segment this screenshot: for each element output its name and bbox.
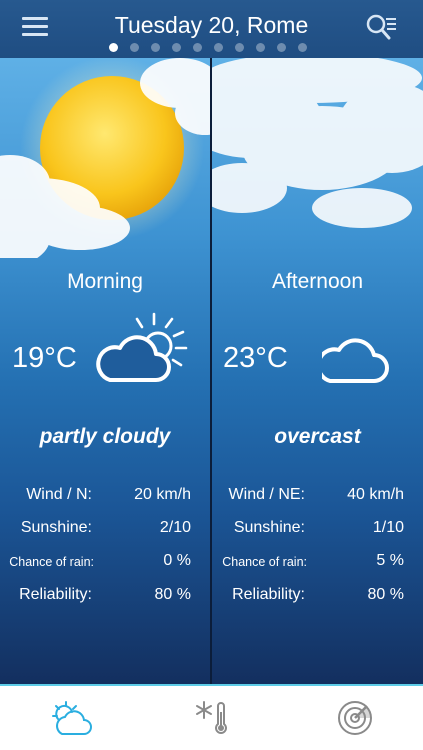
clouds-illustration — [212, 58, 423, 228]
page-dot[interactable] — [193, 43, 202, 52]
stat-label: Chance of rain: — [222, 555, 307, 569]
page-dot[interactable] — [277, 43, 286, 52]
stat-label: Wind / N: — [26, 486, 92, 503]
stat-value: 20 km/h — [134, 486, 191, 503]
morning-panel: Morning 19°C partly cloudy Wind / N: 20 … — [0, 58, 210, 684]
period-title: Morning — [67, 270, 143, 293]
sun-clouds-illustration — [0, 58, 210, 258]
page-dot[interactable] — [298, 43, 307, 52]
page-dot[interactable] — [256, 43, 265, 52]
stat-row-rain: Chance of rain: 0 % — [0, 552, 210, 574]
page-dot[interactable] — [214, 43, 223, 52]
stat-value: 2/10 — [159, 519, 191, 536]
stat-value: 40 km/h — [347, 486, 404, 503]
stat-row-sunshine: Sunshine: 2/10 — [0, 519, 210, 541]
stat-row-reliability: Reliability: 80 % — [212, 586, 423, 608]
page-dot[interactable] — [235, 43, 244, 52]
page-indicator[interactable] — [109, 43, 307, 53]
stat-label: Chance of rain: — [9, 555, 94, 569]
stat-row-reliability: Reliability: 80 % — [0, 586, 210, 608]
stat-value: 5 % — [376, 552, 404, 569]
stat-value: 80 % — [367, 586, 404, 603]
bottom-tab-bar — [0, 684, 423, 750]
period-title: Afternoon — [271, 270, 364, 293]
tab-snowflake-thermometer-icon[interactable] — [190, 698, 234, 738]
stat-row-wind: Wind / NE: 40 km/h — [212, 486, 423, 508]
stat-value: 80 % — [154, 586, 191, 603]
stat-row-rain: Chance of rain: 5 % — [212, 552, 423, 574]
stat-value: 1/10 — [372, 519, 404, 536]
stat-label: Sunshine: — [233, 519, 305, 536]
stat-value: 0 % — [163, 552, 191, 569]
page-dot[interactable] — [172, 43, 181, 52]
cloud-icon — [322, 338, 389, 383]
condition-text: overcast — [274, 425, 361, 448]
stat-label: Sunshine: — [20, 519, 92, 536]
top-bar: Tuesday 20, Rome — [0, 0, 423, 58]
page-title: Tuesday 20, Rome — [114, 12, 309, 38]
stat-label: Wind / NE: — [228, 486, 305, 503]
temperature: 23°C — [223, 342, 288, 374]
tab-forecast-sun-cloud-icon[interactable] — [50, 698, 94, 738]
temperature: 19°C — [12, 342, 77, 374]
page-dot[interactable] — [130, 43, 139, 52]
page-dot[interactable] — [151, 43, 160, 52]
tab-radar-icon[interactable] — [335, 698, 379, 738]
condition-text: partly cloudy — [39, 425, 171, 448]
stat-label: Reliability: — [19, 586, 92, 603]
stat-row-wind: Wind / N: 20 km/h — [0, 486, 210, 508]
forecast-panels: Morning 19°C partly cloudy Wind / N: 20 … — [0, 58, 423, 684]
partly-cloudy-icon — [96, 312, 188, 382]
search-list-icon[interactable] — [364, 12, 398, 42]
stat-label: Reliability: — [232, 586, 305, 603]
afternoon-panel: Afternoon 23°C overcast Wind / NE: 40 km… — [212, 58, 423, 684]
stat-row-sunshine: Sunshine: 1/10 — [212, 519, 423, 541]
page-dot[interactable] — [109, 43, 118, 52]
